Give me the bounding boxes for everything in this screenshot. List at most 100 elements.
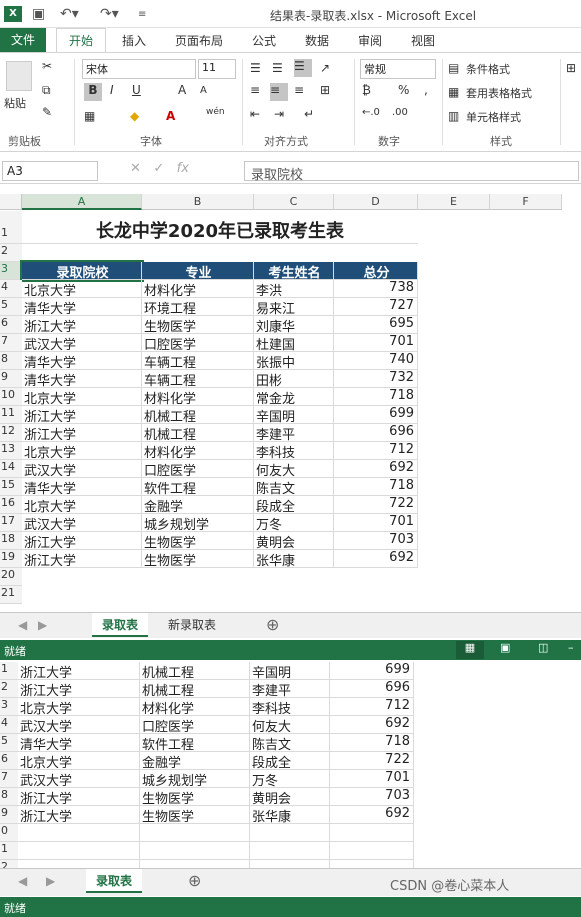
- row-header[interactable]: 1: [0, 662, 18, 680]
- tab-formulas[interactable]: 公式: [252, 32, 276, 49]
- lower-table-cell-score[interactable]: 699: [330, 662, 414, 680]
- table-cell-score[interactable]: 695: [334, 316, 418, 334]
- table-cell-name[interactable]: 张华康: [254, 550, 334, 568]
- wrap-text-icon[interactable]: ↵: [304, 107, 314, 121]
- increase-indent-icon[interactable]: ⇥: [274, 107, 284, 121]
- cells-insert-icon[interactable]: ⊞: [566, 61, 576, 75]
- lower-table-cell-major[interactable]: 生物医学: [140, 806, 250, 824]
- row-header[interactable]: 6: [0, 316, 22, 334]
- table-cell-name[interactable]: 田彬: [254, 370, 334, 388]
- font-size-select[interactable]: 11: [198, 59, 236, 79]
- table-cell-major[interactable]: 环境工程: [142, 298, 254, 316]
- row-header[interactable]: 11: [0, 406, 22, 424]
- table-cell-school[interactable]: 清华大学: [22, 370, 142, 388]
- table-cell-name[interactable]: 辛国明: [254, 406, 334, 424]
- lower-table-cell-school[interactable]: 武汉大学: [18, 716, 140, 734]
- zoom-out-icon[interactable]: –: [568, 641, 574, 654]
- lower-table-cell-major[interactable]: 口腔医学: [140, 716, 250, 734]
- column-header-d[interactable]: D: [334, 194, 418, 210]
- table-cell-school[interactable]: 清华大学: [22, 478, 142, 496]
- tab-page-layout[interactable]: 页面布局: [175, 32, 223, 49]
- row-header[interactable]: 15: [0, 478, 22, 496]
- table-cell-name[interactable]: 李洪: [254, 280, 334, 298]
- table-cell-name[interactable]: 黄明会: [254, 532, 334, 550]
- lower-table-cell-name[interactable]: 陈吉文: [250, 734, 330, 752]
- format-painter-icon[interactable]: ✎: [42, 105, 52, 119]
- row-header[interactable]: 14: [0, 460, 22, 478]
- phonetic-button[interactable]: wén: [206, 107, 225, 117]
- table-cell-major[interactable]: 口腔医学: [142, 334, 254, 352]
- lower-table-cell-school[interactable]: 武汉大学: [18, 770, 140, 788]
- table-cell-name[interactable]: 段成全: [254, 496, 334, 514]
- table-cell-name[interactable]: 李建平: [254, 424, 334, 442]
- lower-table-cell-name[interactable]: 万冬: [250, 770, 330, 788]
- row-header[interactable]: 13: [0, 442, 22, 460]
- sheet-tab-luqu[interactable]: 录取表: [92, 613, 149, 637]
- align-right-icon[interactable]: ≡: [294, 83, 304, 97]
- row-header[interactable]: 19: [0, 550, 22, 568]
- table-cell-school[interactable]: 浙江大学: [22, 406, 142, 424]
- formula-input[interactable]: 录取院校: [244, 161, 579, 183]
- lower-table-cell-score[interactable]: 703: [330, 788, 414, 806]
- lower-table-cell-major[interactable]: 材料化学: [140, 698, 250, 716]
- shrink-font-button[interactable]: A: [200, 85, 207, 96]
- bold-button[interactable]: B: [84, 83, 102, 101]
- lower-table-cell-name[interactable]: 李科技: [250, 698, 330, 716]
- column-header-a[interactable]: A: [22, 194, 142, 210]
- table-cell-school[interactable]: 浙江大学: [22, 316, 142, 334]
- table-cell-major[interactable]: 金融学: [142, 496, 254, 514]
- row-header[interactable]: 10: [0, 388, 22, 406]
- table-cell-major[interactable]: 生物医学: [142, 532, 254, 550]
- row-header[interactable]: 20: [0, 568, 22, 586]
- conditional-format-icon[interactable]: ▤: [448, 61, 459, 75]
- merge-center-icon[interactable]: ⊞: [320, 83, 330, 97]
- table-cell-school[interactable]: 武汉大学: [22, 460, 142, 478]
- table-header-school[interactable]: 录取院校: [20, 260, 144, 282]
- lower-table-cell-score[interactable]: 696: [330, 680, 414, 698]
- table-cell-major[interactable]: 口腔医学: [142, 460, 254, 478]
- table-cell-major[interactable]: 车辆工程: [142, 352, 254, 370]
- customize-qat-icon[interactable]: ≡: [138, 9, 146, 20]
- lower-table-cell-score[interactable]: [330, 824, 414, 842]
- table-cell-school[interactable]: 浙江大学: [22, 424, 142, 442]
- row-header[interactable]: 3: [0, 262, 22, 280]
- table-cell-name[interactable]: 常金龙: [254, 388, 334, 406]
- fill-color-icon[interactable]: ◆: [130, 109, 139, 123]
- cancel-icon[interactable]: ✕: [130, 161, 141, 176]
- table-cell-name[interactable]: 陈吉文: [254, 478, 334, 496]
- page-layout-view-icon[interactable]: ▣: [500, 641, 510, 654]
- lower-table-cell-major[interactable]: 金融学: [140, 752, 250, 770]
- fx-icon[interactable]: fx: [177, 161, 189, 176]
- lower-table-cell-score[interactable]: 722: [330, 752, 414, 770]
- table-cell-name[interactable]: 张振中: [254, 352, 334, 370]
- accounting-format-icon[interactable]: ₿: [362, 83, 371, 97]
- lower-table-cell-name[interactable]: 李建平: [250, 680, 330, 698]
- lower-table-cell-name[interactable]: [250, 824, 330, 842]
- sheet-tab-new-luqu[interactable]: 新录取表: [158, 613, 226, 637]
- table-cell-major[interactable]: 材料化学: [142, 442, 254, 460]
- table-cell-school[interactable]: 北京大学: [22, 496, 142, 514]
- lower-table-cell-school[interactable]: 清华大学: [18, 734, 140, 752]
- table-cell-school[interactable]: 北京大学: [22, 388, 142, 406]
- row-header[interactable]: 1: [0, 842, 18, 860]
- font-color-button[interactable]: A: [166, 109, 175, 123]
- undo-icon[interactable]: ↶▾: [60, 6, 79, 22]
- lower-table-cell-school[interactable]: 北京大学: [18, 698, 140, 716]
- table-cell-major[interactable]: 生物医学: [142, 316, 254, 334]
- column-header-c[interactable]: C: [254, 194, 334, 210]
- redo-icon[interactable]: ↷▾: [100, 6, 119, 22]
- row-header[interactable]: 17: [0, 514, 22, 532]
- tab-data[interactable]: 数据: [305, 32, 329, 49]
- table-cell-major[interactable]: 机械工程: [142, 406, 254, 424]
- tab-insert[interactable]: 插入: [122, 32, 146, 49]
- decrease-decimal-button[interactable]: .00: [392, 107, 408, 118]
- row-header[interactable]: 21: [0, 586, 22, 604]
- row-header[interactable]: 8: [0, 352, 22, 370]
- paste-icon[interactable]: [6, 61, 32, 91]
- lower-table-cell-major[interactable]: 机械工程: [140, 662, 250, 680]
- page-break-view-icon[interactable]: ◫: [538, 641, 548, 654]
- table-cell-major[interactable]: 软件工程: [142, 478, 254, 496]
- column-header-e[interactable]: E: [418, 194, 490, 210]
- lower-table-cell-major[interactable]: 机械工程: [140, 680, 250, 698]
- orientation-icon[interactable]: ↗: [320, 61, 330, 75]
